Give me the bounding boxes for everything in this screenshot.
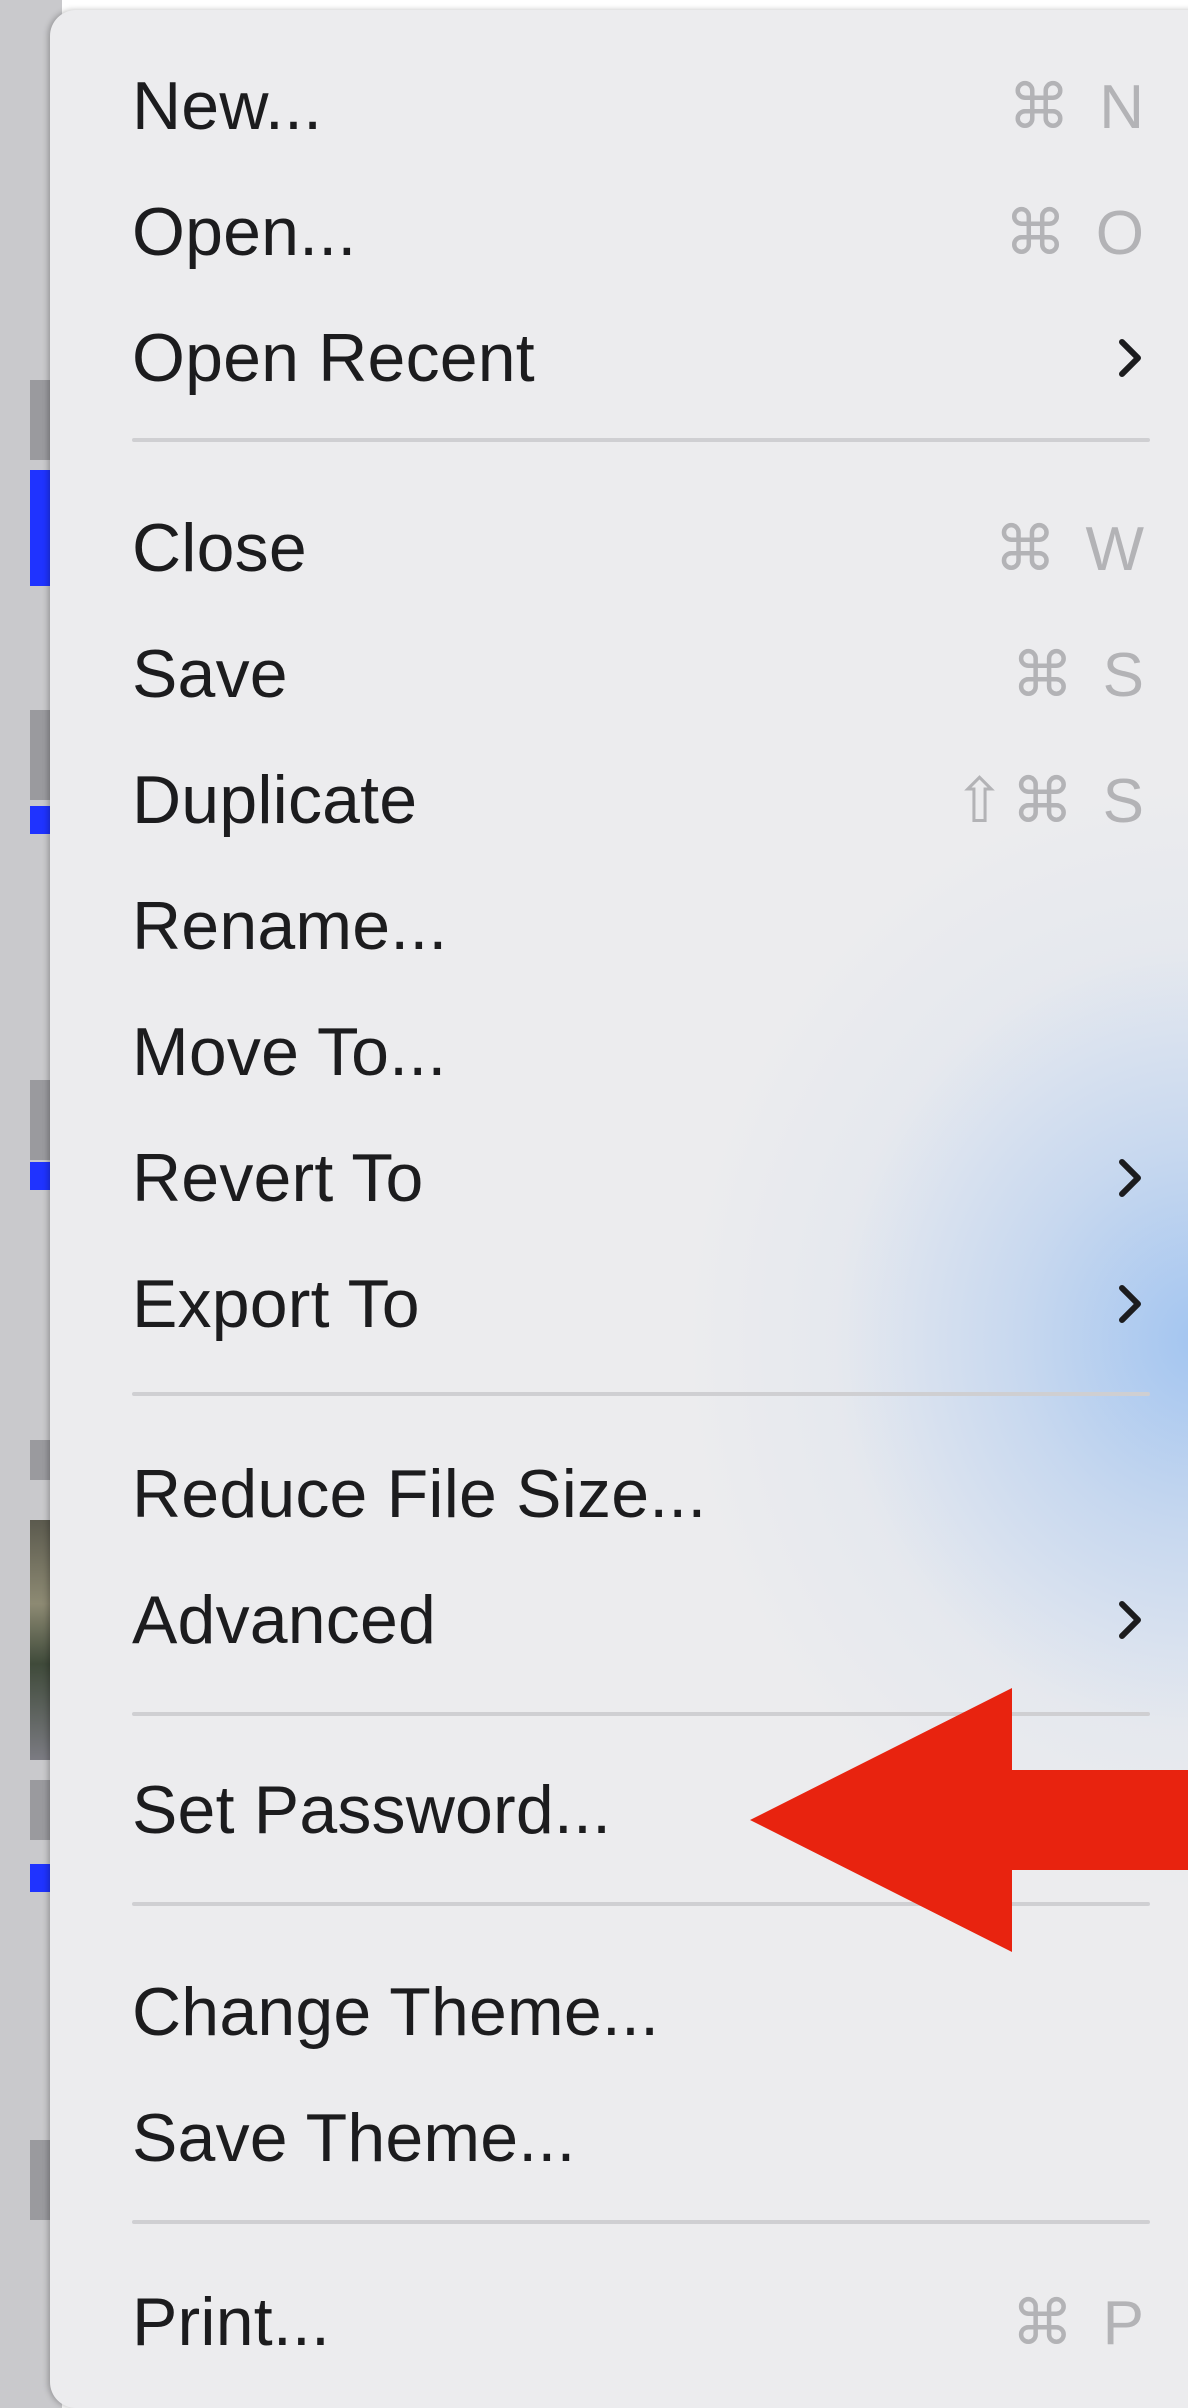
keyboard-shortcut: ⌘ W [994, 514, 1150, 584]
menu-separator [132, 2220, 1150, 2224]
menu-item-label: Move To... [132, 1014, 447, 1090]
menu-item-label: Set Password... [132, 1772, 612, 1848]
menu-item-label: Duplicate [132, 762, 418, 838]
file-menu: New... ⌘ N Open... ⌘ O Open Recent Close… [50, 10, 1188, 2408]
menu-item-label: Print... [132, 2284, 331, 2360]
menu-item-label: Reduce File Size... [132, 1456, 707, 1532]
chevron-right-icon [1110, 328, 1150, 388]
menu-item-label: Save [132, 636, 288, 712]
menu-item-label: New... [132, 68, 323, 144]
menu-item-open-recent[interactable]: Open Recent [132, 302, 1150, 414]
menu-item-reduce-file-size[interactable]: Reduce File Size... [132, 1438, 1150, 1550]
menu-item-open[interactable]: Open... ⌘ O [132, 176, 1150, 288]
screen: New... ⌘ N Open... ⌘ O Open Recent Close… [0, 0, 1188, 2408]
menu-item-save[interactable]: Save ⌘ S [132, 618, 1150, 730]
menu-separator [132, 1392, 1150, 1396]
menu-item-export-to[interactable]: Export To [132, 1248, 1150, 1360]
menu-item-label: Open... [132, 194, 357, 270]
menu-item-label: Open Recent [132, 320, 535, 396]
menu-item-label: Export To [132, 1266, 420, 1342]
menu-item-close[interactable]: Close ⌘ W [132, 492, 1150, 604]
menu-item-label: Revert To [132, 1140, 424, 1216]
menu-item-new[interactable]: New... ⌘ N [132, 50, 1150, 162]
menu-item-label: Rename... [132, 888, 448, 964]
menu-item-change-theme[interactable]: Change Theme... [132, 1956, 1150, 2068]
menu-item-rename[interactable]: Rename... [132, 870, 1150, 982]
menu-item-label: Close [132, 510, 307, 586]
keyboard-shortcut: ⌘ P [1011, 2288, 1150, 2358]
menu-item-label: Advanced [132, 1582, 437, 1658]
menu-item-move-to[interactable]: Move To... [132, 996, 1150, 1108]
menu-item-print[interactable]: Print... ⌘ P [132, 2266, 1150, 2378]
menu-separator [132, 438, 1150, 442]
annotation-arrow-icon [750, 1688, 1188, 1952]
keyboard-shortcut: ⇧⌘ S [953, 766, 1150, 836]
chevron-right-icon [1110, 1274, 1150, 1334]
menu-item-revert-to[interactable]: Revert To [132, 1122, 1150, 1234]
menu-item-label: Change Theme... [132, 1974, 660, 2050]
menu-item-advanced[interactable]: Advanced [132, 1564, 1150, 1676]
menu-item-duplicate[interactable]: Duplicate ⇧⌘ S [132, 744, 1150, 856]
menu-item-label: Save Theme... [132, 2100, 576, 2176]
keyboard-shortcut: ⌘ O [1004, 198, 1150, 268]
menu-item-save-theme[interactable]: Save Theme... [132, 2082, 1150, 2194]
keyboard-shortcut: ⌘ S [1011, 640, 1150, 710]
chevron-right-icon [1110, 1148, 1150, 1208]
keyboard-shortcut: ⌘ N [1008, 72, 1150, 142]
chevron-right-icon [1110, 1590, 1150, 1650]
